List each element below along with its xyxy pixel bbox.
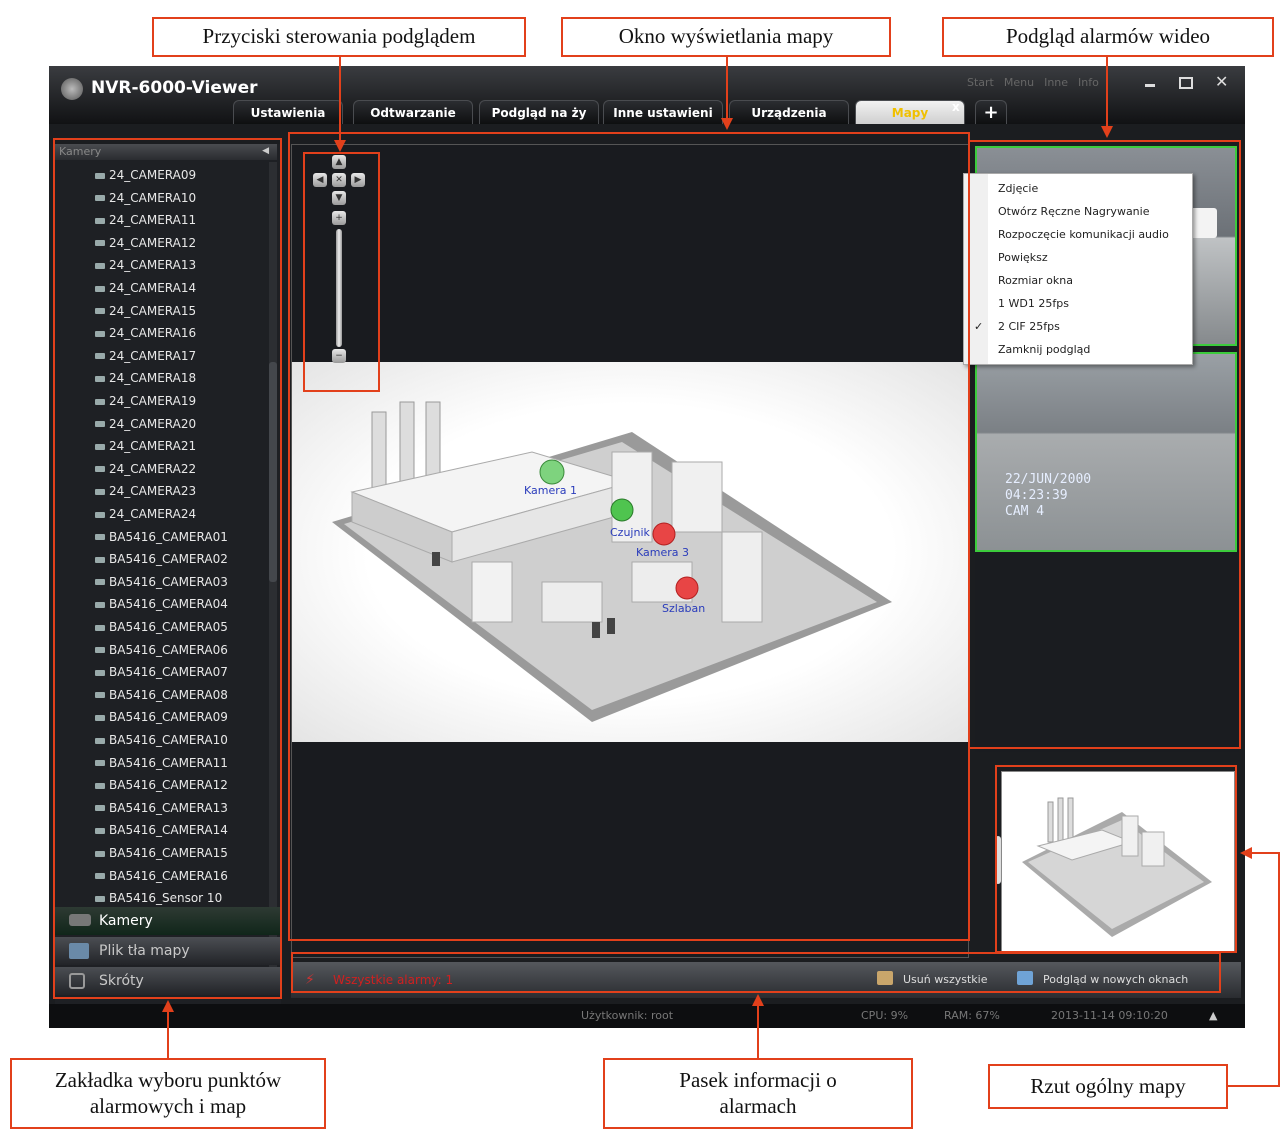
menu-start[interactable]: Start	[967, 76, 994, 89]
callout-tab-selection: Zakładka wyboru punktów alarmowych i map	[10, 1058, 326, 1129]
callout-info-bar: Pasek informacji o alarmach	[603, 1058, 913, 1129]
tab-maps[interactable]: Mapy	[855, 100, 965, 124]
app-logo-icon	[61, 78, 83, 100]
restore-icon[interactable]	[1179, 77, 1193, 89]
tab-other-settings[interactable]: Inne ustawieni	[603, 100, 723, 124]
app-title: NVR-6000-Viewer	[91, 78, 258, 98]
arrow-tab-selection	[162, 1000, 174, 1012]
callout-info-bar-line2: alarmach	[719, 1093, 797, 1118]
highlight-video-alarms	[968, 140, 1241, 749]
highlight-sidebar	[53, 138, 282, 999]
callout-map-window: Okno wyświetlania mapy	[561, 17, 891, 57]
status-bar: Użytkownik: root CPU: 9% RAM: 67% 2013-1…	[49, 1004, 1245, 1028]
title-bar: NVR-6000-Viewer Start Menu Inne Info ✕ U…	[49, 66, 1245, 124]
callout-tab-selection-line1: Zakładka wyboru punktów	[54, 1068, 282, 1093]
tab-devices[interactable]: Urządzenia	[729, 100, 849, 124]
tab-close-icon[interactable]: x	[952, 100, 960, 114]
arrow-video-alarms	[1101, 126, 1113, 138]
add-tab-button[interactable]: +	[975, 100, 1007, 124]
highlight-overview	[995, 765, 1237, 953]
expand-up-icon[interactable]: ▲	[1209, 1009, 1217, 1022]
status-datetime: 2013-11-14 09:10:20	[1051, 1009, 1168, 1022]
highlight-map-window	[288, 132, 970, 941]
tab-settings[interactable]: Ustawienia	[233, 100, 343, 124]
status-ram: RAM: 67%	[944, 1009, 1000, 1022]
callout-overview: Rzut ogólny mapy	[988, 1064, 1228, 1109]
callout-video-alarms: Podgląd alarmów wideo	[942, 17, 1274, 57]
menu-other[interactable]: Inne	[1044, 76, 1068, 89]
menu-info[interactable]: Info	[1078, 76, 1099, 89]
minimize-icon[interactable]	[1145, 84, 1155, 87]
status-cpu: CPU: 9%	[861, 1009, 909, 1022]
arrow-overview	[1240, 847, 1252, 859]
menu-menu[interactable]: Menu	[1004, 76, 1034, 89]
highlight-info-bar	[291, 952, 1221, 993]
tab-playback[interactable]: Odtwarzanie	[353, 100, 473, 124]
tab-live[interactable]: Podgląd na ży	[479, 100, 599, 124]
status-user: Użytkownik: root	[581, 1009, 674, 1022]
close-icon[interactable]: ✕	[1215, 72, 1228, 91]
arrow-controls	[334, 140, 346, 152]
callout-controls: Przyciski sterowania podglądem	[152, 17, 526, 57]
arrow-info-bar	[752, 994, 764, 1006]
callout-info-bar-line1: Pasek informacji o	[679, 1068, 837, 1093]
arrow-map-window	[721, 118, 733, 130]
callout-tab-selection-line2: alarmowych i map	[89, 1093, 247, 1118]
